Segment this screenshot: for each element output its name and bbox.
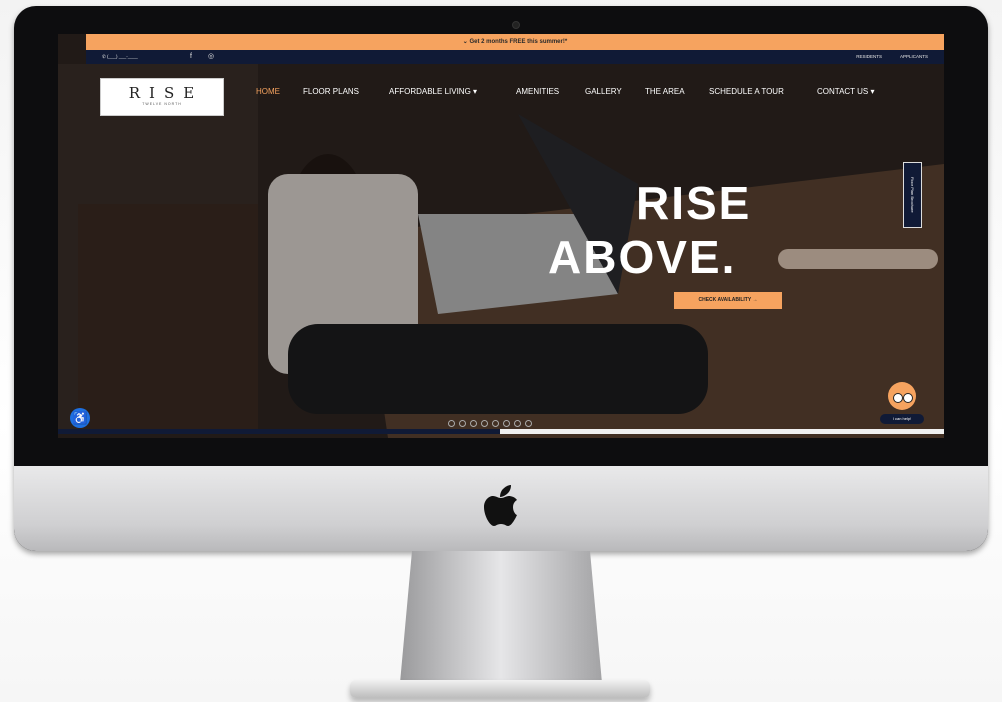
hero-title-line1: RISE xyxy=(636,177,752,229)
slide-dot[interactable] xyxy=(492,420,499,427)
chat-help-label: I can help! xyxy=(880,414,924,424)
phone-link[interactable]: ✆ (___) ___-____ xyxy=(102,50,138,64)
nav-item-affordable-living[interactable]: AFFORDABLE LIVING ▾ xyxy=(389,87,477,96)
slide-dot[interactable] xyxy=(459,420,466,427)
accessibility-icon[interactable]: ♿ xyxy=(70,408,90,428)
applicants-link[interactable]: APPLICANTS xyxy=(900,50,928,64)
slide-dot[interactable] xyxy=(448,420,455,427)
nav-item-home[interactable]: HOME xyxy=(256,87,280,96)
instagram-icon[interactable]: ◎ xyxy=(208,50,214,64)
slide-dot[interactable] xyxy=(481,420,488,427)
nav-item-floor-plans[interactable]: FLOOR PLANS xyxy=(303,87,359,96)
floor-plan-brochure-tab[interactable]: Floor Plan Brochure xyxy=(903,162,922,228)
nav-item-amenities[interactable]: AMENITIES xyxy=(516,87,559,96)
nav-item-schedule-tour[interactable]: SCHEDULE A TOUR xyxy=(709,87,784,96)
nav-item-the-area[interactable]: THE AREA xyxy=(645,87,685,96)
slide-dot[interactable] xyxy=(470,420,477,427)
imac-base xyxy=(350,680,650,698)
nav-item-gallery[interactable]: GALLERY xyxy=(585,87,622,96)
camera-icon xyxy=(512,21,520,29)
imac-stand xyxy=(400,551,602,683)
logo-name: RISE xyxy=(128,84,204,102)
screen: ⌄ Get 2 months FREE this summer!* ✆ (___… xyxy=(58,34,944,438)
hero-title-line2: ABOVE. xyxy=(548,231,737,283)
slide-dot[interactable] xyxy=(503,420,510,427)
site-logo[interactable]: RISE TWELVE NORTH xyxy=(100,78,224,116)
check-availability-button[interactable]: CHECK AVAILABILITY → xyxy=(674,292,782,309)
residents-link[interactable]: RESIDENTS xyxy=(856,50,882,64)
apple-logo-icon xyxy=(484,485,517,526)
chatbot-avatar-icon xyxy=(888,382,916,410)
promo-bar[interactable]: ⌄ Get 2 months FREE this summer!* xyxy=(86,34,944,50)
facebook-icon[interactable]: f xyxy=(190,50,192,64)
chat-widget[interactable]: I can help! xyxy=(880,378,924,426)
utility-bar: ✆ (___) ___-____ f ◎ RESIDENTS APPLICANT… xyxy=(86,50,944,64)
nav-item-contact-us[interactable]: CONTACT US ▾ xyxy=(817,87,875,96)
slide-progress-bar xyxy=(58,429,944,434)
slide-dot[interactable] xyxy=(514,420,521,427)
slide-dot[interactable] xyxy=(525,420,532,427)
logo-tagline: TWELVE NORTH xyxy=(142,102,182,106)
